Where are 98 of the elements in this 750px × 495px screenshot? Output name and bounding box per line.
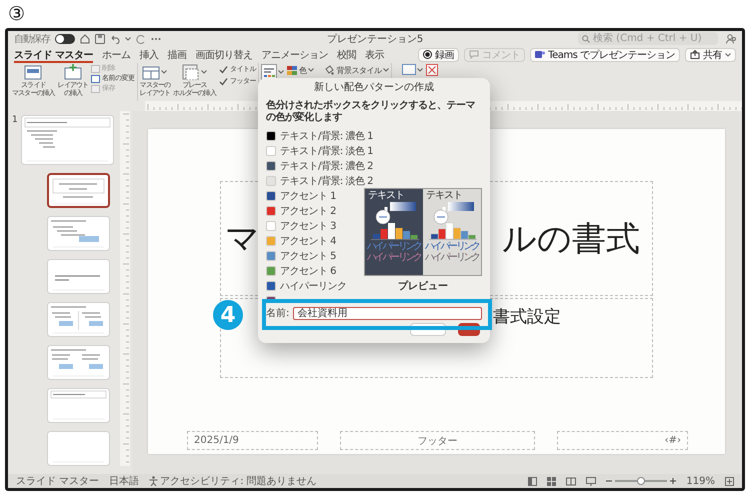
color-swatch[interactable] xyxy=(266,176,276,186)
ribbon-tab[interactable]: 校閲 xyxy=(336,46,356,63)
preview-heading: テキスト xyxy=(425,190,462,201)
ribbon-tab[interactable]: 画面切り替え xyxy=(195,46,252,63)
title-text: マ xyxy=(224,218,260,260)
caret-icon xyxy=(383,68,390,72)
slide-size-icon[interactable] xyxy=(402,64,416,75)
title-text: ルの書式 xyxy=(502,218,641,260)
ribbon-tab[interactable]: 挿入 xyxy=(139,46,158,63)
date-field[interactable]: 2025/1/9 xyxy=(187,431,318,450)
slide-number: 1 xyxy=(12,115,18,127)
palette-icon xyxy=(286,66,297,74)
zoom-out-icon[interactable] xyxy=(606,478,612,484)
people-icon[interactable] xyxy=(726,34,736,44)
dropdown-button[interactable]: 背景スタイル xyxy=(324,65,390,75)
ribbon-tab[interactable]: アニメーション xyxy=(261,46,328,63)
preview-label: プレビュー xyxy=(398,279,448,293)
color-swatch[interactable] xyxy=(266,146,276,156)
layout-icon xyxy=(142,64,160,80)
status-text: スライド マスター xyxy=(16,475,100,488)
name-field[interactable]: 会社資料用 xyxy=(293,306,482,320)
zoom-level: 119% xyxy=(686,476,715,486)
comment-icon xyxy=(469,50,480,59)
color-label: ハイパーリンク xyxy=(280,280,346,292)
caret-icon xyxy=(417,68,424,72)
slider-thumb[interactable] xyxy=(637,477,646,485)
paint-icon xyxy=(324,65,334,75)
color-label: アクセント 6 xyxy=(280,264,336,278)
color-swatch[interactable] xyxy=(266,220,276,230)
redo-icon[interactable] xyxy=(136,34,146,44)
status-text: 日本語 xyxy=(109,474,140,488)
slideshow-icon[interactable] xyxy=(586,476,596,486)
chart-drawing xyxy=(426,201,478,241)
color-label: アクセント 2 xyxy=(280,204,336,218)
caret-icon xyxy=(725,52,731,56)
color-swatch[interactable] xyxy=(266,280,276,290)
color-label: アクセント 4 xyxy=(280,234,336,248)
more-icon[interactable] xyxy=(151,36,161,40)
subtitle-text: 書式設定 xyxy=(493,307,561,327)
color-label: テキスト/背景: 淡色 2 xyxy=(280,174,373,188)
slide-thumbnail[interactable] xyxy=(47,173,110,208)
window-title: プレゼンテーション5 xyxy=(326,32,424,46)
share-icon xyxy=(690,50,700,59)
color-label: テキスト/背景: 淡色 1 xyxy=(280,144,373,158)
share-button[interactable]: 共有 xyxy=(685,48,736,62)
ribbon-tab[interactable]: スライド マスター xyxy=(14,46,93,63)
undo-icon[interactable] xyxy=(110,34,120,44)
slide-number-field[interactable]: ‹#› xyxy=(557,431,688,450)
step-marker: ③ xyxy=(8,4,26,24)
color-swatch[interactable] xyxy=(266,250,276,260)
footer-field[interactable]: フッター xyxy=(340,431,535,450)
color-label: テキスト/背景: 濃色 2 xyxy=(280,160,373,172)
dropdown-button[interactable]: 色 xyxy=(286,65,314,75)
fit-icon[interactable] xyxy=(725,476,734,486)
zoom-in-icon[interactable] xyxy=(670,478,676,484)
grid-view-icon[interactable] xyxy=(547,476,556,486)
record-button[interactable]: 録画 xyxy=(418,48,460,62)
close-icon[interactable] xyxy=(426,64,438,76)
caret-icon xyxy=(161,70,168,74)
color-swatch[interactable] xyxy=(266,190,276,200)
normal-view-icon[interactable] xyxy=(528,476,538,486)
status-text[interactable]: アクセシビリティ: 問題ありません xyxy=(160,474,317,488)
save-icon[interactable] xyxy=(95,34,105,44)
caret-icon xyxy=(308,68,314,72)
name-label: 名前: xyxy=(266,307,290,320)
layout-icon xyxy=(64,64,82,80)
search-field[interactable]: 検索 (Cmd + Ctrl + U) xyxy=(578,32,718,45)
color-label: アクセント 1 xyxy=(280,190,336,202)
chart-drawing xyxy=(368,201,420,241)
color-label: アクセント 5 xyxy=(280,250,336,262)
teams-button[interactable]: Teams でプレゼンテーション xyxy=(530,48,680,62)
caret-icon xyxy=(278,70,284,74)
color-swatch[interactable] xyxy=(266,130,276,140)
autosave-toggle[interactable] xyxy=(55,34,75,44)
color-swatch[interactable] xyxy=(266,266,276,276)
dialog-title: 新しい配色パターンの作成 xyxy=(314,80,434,95)
caret-icon xyxy=(125,36,131,40)
ribbon-tab[interactable]: ホーム xyxy=(102,46,130,63)
color-label: アクセント 3 xyxy=(280,220,336,232)
color-swatch[interactable] xyxy=(266,206,276,216)
search-icon xyxy=(582,34,590,42)
preview-heading: テキスト xyxy=(367,190,404,201)
color-swatch[interactable] xyxy=(266,160,276,170)
home-icon[interactable] xyxy=(80,34,90,44)
theme-icon xyxy=(260,64,277,80)
layout-icon xyxy=(24,64,42,80)
ribbon-tab[interactable]: 描画 xyxy=(167,46,186,63)
color-swatch[interactable] xyxy=(266,236,276,246)
instruction-text: 色分けされたボックスをクリックすると、テーマの色が変化します xyxy=(266,100,476,124)
caret-icon xyxy=(201,70,208,74)
teams-icon xyxy=(535,50,546,59)
ribbon-tab[interactable]: 表示 xyxy=(364,46,384,63)
reading-view-icon[interactable] xyxy=(566,476,576,486)
accessibility-icon xyxy=(149,476,158,486)
color-label: テキスト/背景: 濃色 1 xyxy=(280,130,373,142)
layout-icon xyxy=(182,64,200,80)
record-icon xyxy=(423,50,432,59)
autosave-label: 自動保存 xyxy=(14,32,50,46)
